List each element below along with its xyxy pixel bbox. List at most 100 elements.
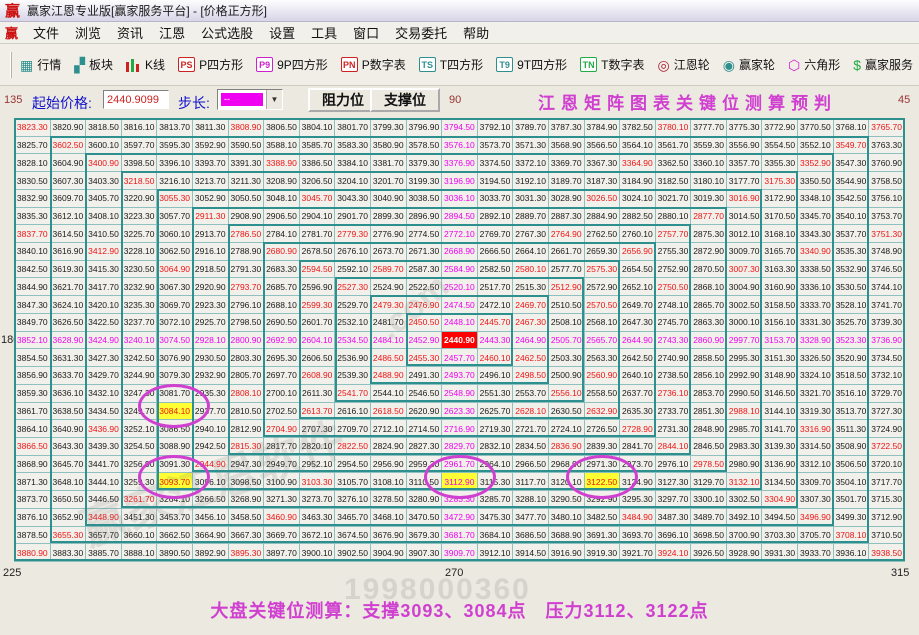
matrix-cell: 3448.90 — [86, 508, 122, 526]
key-levels-banner: 大盘关键位测算：支撑3093、3084点 压力3112、3122点 — [0, 597, 919, 623]
matrix-cell: 3734.50 — [869, 349, 905, 367]
matrix-cell: 3854.50 — [15, 349, 51, 367]
matrix-cell: 2702.50 — [264, 402, 300, 420]
matrix-cell: 3844.90 — [15, 278, 51, 296]
matrix-cell: 3669.70 — [264, 526, 300, 544]
toolbar-item-hexagon[interactable]: ⬡六角形 — [788, 56, 840, 73]
matrix-cell: 3132.10 — [726, 473, 762, 491]
matrix-cell: 3724.90 — [869, 420, 905, 438]
matrix-cell: 3657.70 — [86, 526, 122, 544]
matrix-cell: 3530.50 — [833, 278, 869, 296]
matrix-cell: 2788.90 — [228, 243, 264, 261]
start-price-input[interactable] — [103, 90, 169, 109]
menu-item-1[interactable]: 浏览 — [67, 21, 109, 44]
matrix-cell: 3619.30 — [50, 260, 86, 278]
matrix-cell: 2978.50 — [691, 455, 727, 473]
support-button[interactable]: 支撑位 — [370, 88, 440, 112]
matrix-cell: 2620.90 — [406, 402, 442, 420]
menu-item-0[interactable]: 文件 — [25, 21, 67, 44]
matrix-cell: 3019.30 — [691, 189, 727, 207]
matrix-cell: 3105.70 — [335, 473, 371, 491]
menu-item-8[interactable]: 交易委托 — [387, 21, 455, 44]
matrix-row: 3832.903609.703405.703220.903055.303052.… — [15, 189, 905, 207]
kline-icon — [126, 58, 141, 72]
matrix-cell: 3477.70 — [513, 508, 549, 526]
menu-item-7[interactable]: 窗口 — [345, 21, 387, 44]
toolbar-item-quotes[interactable]: ▦行情 — [20, 56, 61, 73]
matrix-cell: 2611.30 — [299, 384, 335, 402]
matrix-cell: 3897.70 — [264, 544, 300, 562]
toolbar-item-p-square[interactable]: PSP四方形 — [178, 56, 243, 73]
matrix-cell: 2832.10 — [477, 437, 513, 455]
matrix-cell: 3717.70 — [869, 473, 905, 491]
toolbar-item-kline[interactable]: K线 — [126, 56, 165, 73]
matrix-cell: 2551.30 — [477, 384, 513, 402]
matrix-cell: 3076.90 — [157, 349, 193, 367]
matrix-cell: 2498.50 — [513, 367, 549, 385]
matrix-cell: 3021.70 — [655, 189, 691, 207]
matrix-cell: 3412.90 — [86, 243, 122, 261]
matrix-cell: 3568.90 — [548, 136, 584, 154]
matrix-cell: 3470.50 — [406, 508, 442, 526]
page-title: 江恩矩阵图表关键位测算预判 — [538, 89, 837, 114]
menu-item-9[interactable]: 帮助 — [455, 21, 497, 44]
matrix-cell: 2973.70 — [620, 455, 656, 473]
matrix-cell: 2985.70 — [726, 420, 762, 438]
matrix-cell: 3103.30 — [299, 473, 335, 491]
matrix-cell: 2661.70 — [548, 243, 584, 261]
matrix-cell: 3148.90 — [762, 367, 798, 385]
toolbar-item-service[interactable]: $赢家服务 — [853, 56, 913, 73]
menu-item-4[interactable]: 公式选股 — [193, 21, 261, 44]
matrix-cell: 3434.50 — [86, 402, 122, 420]
matrix-cell: 3072.10 — [157, 313, 193, 331]
toolbar-item-p-number[interactable]: PNP数字表 — [341, 56, 406, 73]
resistance-button[interactable]: 阻力位 — [308, 88, 378, 112]
matrix-cell: 3060.10 — [157, 225, 193, 243]
matrix-cell: 2774.50 — [406, 225, 442, 243]
toolbar-item-t-number[interactable]: TNT数字表 — [580, 56, 644, 73]
matrix-cell: 2647.30 — [620, 313, 656, 331]
matrix-cell: 2539.30 — [335, 367, 371, 385]
matrix-cell: 3693.70 — [620, 526, 656, 544]
matrix-cell: 2491.30 — [406, 367, 442, 385]
step-color-dropdown[interactable]: -- ▼ — [217, 89, 283, 110]
matrix-cell: 3110.50 — [406, 473, 442, 491]
matrix-cell: 3816.10 — [121, 119, 157, 137]
toolbar: ▦行情 ▞板块 K线 PSP四方形 P99P四方形 PNP数字表 TST四方形 T99T四方形… — [0, 44, 919, 86]
matrix-cell: 2680.90 — [264, 243, 300, 261]
matrix-cell: 3520.90 — [833, 349, 869, 367]
matrix-cell: 3422.50 — [86, 313, 122, 331]
matrix-cell: 3487.30 — [655, 508, 691, 526]
matrix-cell: 2988.10 — [726, 402, 762, 420]
matrix-cell: 3888.10 — [121, 544, 157, 562]
matrix-cell: 3523.30 — [833, 331, 869, 349]
matrix-cell: 3532.90 — [833, 260, 869, 278]
toolbar-item-t-square[interactable]: TST四方形 — [419, 56, 483, 73]
toolbar-item-winner-wheel[interactable]: ◉赢家轮 — [723, 56, 775, 73]
matrix-cell: 3840.10 — [15, 243, 51, 261]
matrix-cell: 3590.50 — [228, 136, 264, 154]
chevron-down-icon[interactable]: ▼ — [266, 90, 282, 109]
matrix-cell: 3314.50 — [798, 437, 834, 455]
menu-logo-icon: 赢 — [5, 23, 18, 42]
menu-item-5[interactable]: 设置 — [261, 21, 303, 44]
matrix-cell: 3818.50 — [86, 119, 122, 137]
toolbar-item-9p-square[interactable]: P99P四方形 — [256, 56, 328, 73]
matrix-cell: 2532.10 — [335, 313, 371, 331]
matrix-cell: 2469.70 — [513, 296, 549, 314]
matrix-cell: 3057.70 — [157, 207, 193, 225]
menu-item-3[interactable]: 江恩 — [151, 21, 193, 44]
matrix-cell: 3825.70 — [15, 136, 51, 154]
matrix-cell: 3381.70 — [370, 154, 406, 172]
menu-item-6[interactable]: 工具 — [303, 21, 345, 44]
menu-item-2[interactable]: 资讯 — [109, 21, 151, 44]
toolbar-item-gann-wheel[interactable]: ◎江恩轮 — [657, 56, 709, 73]
matrix-cell: 2503.30 — [548, 349, 584, 367]
matrix-cell: 3333.70 — [798, 296, 834, 314]
matrix-cell: 2908.90 — [228, 207, 264, 225]
toolbar-item-sectors[interactable]: ▞板块 — [74, 56, 113, 73]
matrix-cell: 3369.70 — [548, 154, 584, 172]
controls-row: 135 起始价格: 步长: -- ▼ 阻力位 支撑位 90 江恩矩阵图表关键位测… — [0, 86, 919, 118]
matrix-cell: 3770.50 — [798, 119, 834, 137]
toolbar-item-9t-square[interactable]: T99T四方形 — [496, 56, 567, 73]
